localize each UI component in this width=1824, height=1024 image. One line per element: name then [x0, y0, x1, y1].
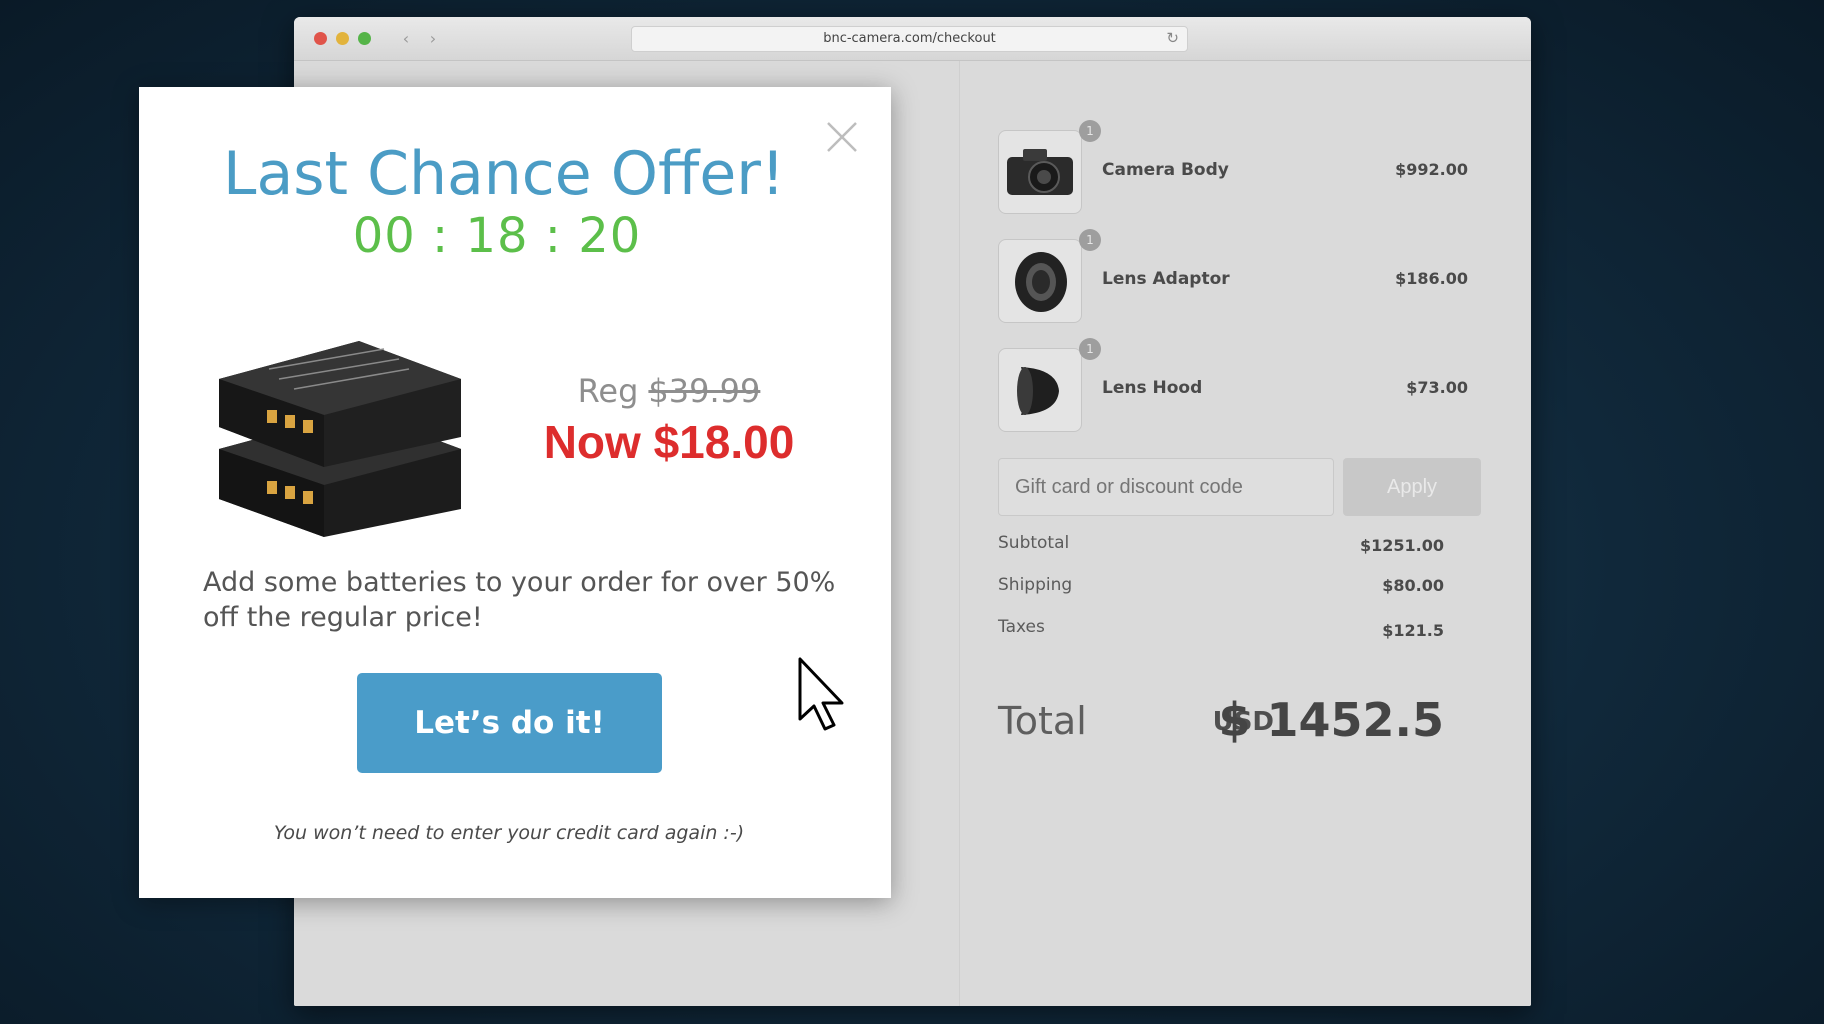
battery-pack-icon: [209, 309, 469, 539]
order-item: 1 Lens Adaptor $186.00: [998, 229, 1468, 323]
mouse-cursor-icon: [798, 657, 848, 733]
offer-description: Add some batteries to your order for ove…: [203, 567, 836, 633]
lens-hood-icon: [998, 348, 1082, 432]
reload-icon[interactable]: ↻: [1166, 29, 1179, 47]
countdown-timer: 00 : 18 : 20: [352, 208, 642, 264]
lens-adaptor-icon: [998, 239, 1082, 323]
regular-price-label: Reg: [577, 372, 639, 410]
item-name: Camera Body: [1102, 160, 1229, 180]
total-value: $ 1452.5: [1218, 693, 1444, 747]
forward-icon[interactable]: ›: [422, 29, 444, 49]
shipping-row: Shipping $80.00: [998, 575, 1444, 599]
taxes-label: Taxes: [998, 617, 1045, 637]
address-bar[interactable]: bnc-camera.com/checkout ↻: [631, 26, 1188, 52]
order-item: 1 Camera Body $992.00: [998, 120, 1468, 214]
discount-code-input[interactable]: [998, 458, 1334, 516]
quantity-badge: 1: [1079, 120, 1101, 142]
quantity-badge: 1: [1079, 229, 1101, 251]
regular-price: Reg $39.99: [529, 372, 809, 410]
minimize-window-button[interactable]: [336, 32, 349, 45]
camera-body-icon: [998, 130, 1082, 214]
item-name: Lens Adaptor: [1102, 269, 1230, 289]
modal-title: Last Chance Offer!: [223, 139, 785, 209]
offer-modal: Last Chance Offer! 00 : 18 : 20 Reg $39.9…: [139, 87, 891, 898]
total-row: Total USD $ 1452.5: [998, 685, 1444, 747]
item-price: $992.00: [1395, 160, 1468, 179]
column-divider: [959, 61, 960, 1006]
regular-price-value: $39.99: [648, 372, 761, 410]
item-name: Lens Hood: [1102, 378, 1203, 398]
maximize-window-button[interactable]: [358, 32, 371, 45]
url-text: bnc-camera.com/checkout: [823, 31, 996, 46]
total-label: Total: [998, 699, 1087, 743]
taxes-value: $121.5: [1382, 621, 1444, 640]
browser-titlebar: ‹ › bnc-camera.com/checkout ↻: [294, 17, 1531, 61]
subtotal-row: Subtotal $1251.00: [998, 533, 1444, 557]
taxes-row: Taxes $121.5: [998, 617, 1444, 641]
subtotal-label: Subtotal: [998, 533, 1070, 553]
credit-card-note: You won’t need to enter your credit card…: [273, 822, 745, 844]
close-window-button[interactable]: [314, 32, 327, 45]
shipping-value: $80.00: [1382, 576, 1444, 595]
accept-offer-button[interactable]: Let’s do it!: [357, 673, 662, 773]
subtotal-value: $1251.00: [1359, 536, 1444, 555]
item-price: $73.00: [1406, 378, 1468, 397]
quantity-badge: 1: [1079, 338, 1101, 360]
sale-price: Now $18.00: [543, 416, 795, 468]
order-item: 1 Lens Hood $73.00: [998, 338, 1468, 432]
shipping-label: Shipping: [998, 575, 1073, 595]
item-price: $186.00: [1395, 269, 1468, 288]
back-icon[interactable]: ‹: [395, 29, 417, 49]
apply-button[interactable]: Apply: [1343, 458, 1481, 516]
